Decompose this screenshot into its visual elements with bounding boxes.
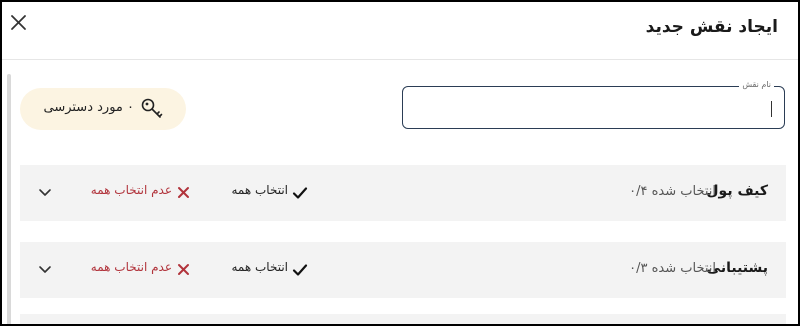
- role-name-input[interactable]: [403, 87, 784, 128]
- key-icon: [141, 98, 163, 118]
- permission-group-partial: [20, 314, 786, 324]
- deselect-all-button[interactable]: عدم انتخاب همه: [80, 183, 190, 205]
- permission-group-wallet[interactable]: کیف پول انتخاب شده ۰/۴ انتخاب همه عدم ان…: [20, 165, 786, 221]
- deselect-all-label: عدم انتخاب همه: [90, 183, 172, 197]
- select-all-button[interactable]: انتخاب همه: [218, 260, 308, 282]
- check-icon: [292, 187, 308, 199]
- scrollbar[interactable]: [7, 74, 11, 324]
- chevron-down-icon[interactable]: [38, 262, 52, 276]
- select-all-label: انتخاب همه: [231, 183, 288, 197]
- select-all-button[interactable]: انتخاب همه: [218, 183, 308, 205]
- access-count-label: ۰ مورد دسترسی: [43, 100, 134, 115]
- permission-group-support[interactable]: پشتیبانی انتخاب شده ۰/۳ انتخاب همه عدم ا…: [20, 242, 786, 298]
- deselect-all-button[interactable]: عدم انتخاب همه: [80, 260, 190, 282]
- group-selected-count: انتخاب شده ۰/۴: [629, 184, 716, 199]
- dialog-header: ایجاد نقش جدید: [2, 2, 798, 60]
- chevron-down-icon[interactable]: [38, 185, 52, 199]
- text-cursor: [771, 101, 772, 117]
- dialog-title: ایجاد نقش جدید: [645, 17, 778, 37]
- role-name-field[interactable]: نام نقش: [402, 80, 785, 129]
- create-role-dialog: ایجاد نقش جدید ۰ مورد دسترسی نام نقش کیف…: [0, 0, 800, 326]
- close-icon[interactable]: [8, 12, 30, 34]
- select-all-label: انتخاب همه: [231, 260, 288, 274]
- group-selected-count: انتخاب شده ۰/۳: [629, 261, 716, 276]
- access-count-button[interactable]: ۰ مورد دسترسی: [20, 88, 186, 130]
- deselect-all-label: عدم انتخاب همه: [90, 260, 172, 274]
- check-icon: [292, 264, 308, 276]
- x-icon: [178, 187, 189, 198]
- x-icon: [178, 264, 189, 275]
